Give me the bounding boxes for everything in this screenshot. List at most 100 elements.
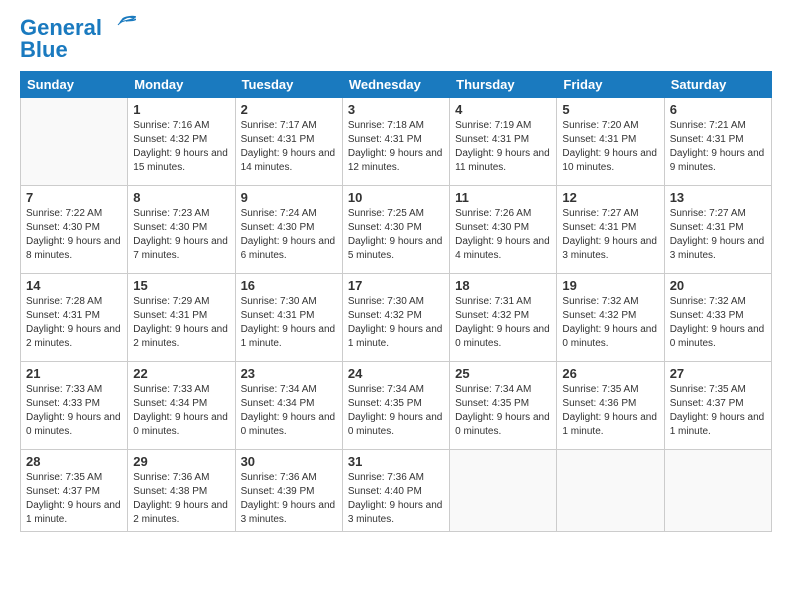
day-number: 17 — [348, 278, 444, 293]
calendar-cell: 20 Sunrise: 7:32 AMSunset: 4:33 PMDayligh… — [664, 274, 771, 362]
day-info: Sunrise: 7:16 AMSunset: 4:32 PMDaylight:… — [133, 119, 229, 175]
day-info: Sunrise: 7:34 AMSunset: 4:34 PMDaylight:… — [241, 383, 337, 439]
calendar-week-row-2: 7Sunrise: 7:22 AMSunset: 4:30 PMDaylight… — [21, 186, 772, 274]
calendar-cell — [450, 450, 557, 532]
day-info: Sunrise: 7:36 AMSunset: 4:39 PMDaylight:… — [241, 471, 337, 527]
calendar-cell: 2 Sunrise: 7:17 AMSunset: 4:31 PMDaylight… — [235, 98, 342, 186]
day-info: Sunrise: 7:34 AMSunset: 4:35 PMDaylight:… — [348, 383, 444, 439]
day-number: 8 — [133, 190, 229, 205]
day-number: 30 — [241, 454, 337, 469]
day-info: Sunrise: 7:36 AMSunset: 4:40 PMDaylight:… — [348, 471, 444, 527]
calendar-week-row-5: 28Sunrise: 7:35 AMSunset: 4:37 PMDayligh… — [21, 450, 772, 532]
page: General Blue SundayMondayTuesdayWednesda… — [0, 0, 792, 612]
day-info: Sunrise: 7:20 AMSunset: 4:31 PMDaylight:… — [562, 119, 658, 175]
day-info: Sunrise: 7:35 AMSunset: 4:37 PMDaylight:… — [670, 383, 766, 439]
calendar-cell: 12 Sunrise: 7:27 AMSunset: 4:31 PMDayligh… — [557, 186, 664, 274]
day-number: 2 — [241, 102, 337, 117]
day-info: Sunrise: 7:30 AMSunset: 4:31 PMDaylight:… — [241, 295, 337, 351]
day-number: 7 — [26, 190, 122, 205]
day-number: 25 — [455, 366, 551, 381]
day-number: 12 — [562, 190, 658, 205]
calendar-cell: 6Sunrise: 7:21 AMSunset: 4:31 PMDaylight… — [664, 98, 771, 186]
day-info: Sunrise: 7:24 AMSunset: 4:30 PMDaylight:… — [241, 207, 337, 263]
calendar-cell: 17 Sunrise: 7:30 AMSunset: 4:32 PMDayligh… — [342, 274, 449, 362]
day-number: 15 — [133, 278, 229, 293]
day-info: Sunrise: 7:36 AMSunset: 4:38 PMDaylight:… — [133, 471, 229, 527]
calendar-cell: 10 Sunrise: 7:25 AMSunset: 4:30 PMDayligh… — [342, 186, 449, 274]
day-number: 13 — [670, 190, 766, 205]
calendar-cell: 5 Sunrise: 7:20 AMSunset: 4:31 PMDaylight… — [557, 98, 664, 186]
day-number: 20 — [670, 278, 766, 293]
calendar-cell: 1Sunrise: 7:16 AMSunset: 4:32 PMDaylight… — [128, 98, 235, 186]
calendar-cell: 23 Sunrise: 7:34 AMSunset: 4:34 PMDayligh… — [235, 362, 342, 450]
day-number: 23 — [241, 366, 337, 381]
day-info: Sunrise: 7:32 AMSunset: 4:33 PMDaylight:… — [670, 295, 766, 351]
calendar-week-row-4: 21 Sunrise: 7:33 AMSunset: 4:33 PMDayligh… — [21, 362, 772, 450]
calendar-cell: 21 Sunrise: 7:33 AMSunset: 4:33 PMDayligh… — [21, 362, 128, 450]
day-number: 9 — [241, 190, 337, 205]
calendar-cell: 27 Sunrise: 7:35 AMSunset: 4:37 PMDayligh… — [664, 362, 771, 450]
calendar-cell: 25 Sunrise: 7:34 AMSunset: 4:35 PMDayligh… — [450, 362, 557, 450]
calendar-header-saturday: Saturday — [664, 72, 771, 98]
day-info: Sunrise: 7:33 AMSunset: 4:34 PMDaylight:… — [133, 383, 229, 439]
day-info: Sunrise: 7:27 AMSunset: 4:31 PMDaylight:… — [670, 207, 766, 263]
calendar-table: SundayMondayTuesdayWednesdayThursdayFrid… — [20, 71, 772, 532]
day-number: 28 — [26, 454, 122, 469]
calendar-cell: 14Sunrise: 7:28 AMSunset: 4:31 PMDayligh… — [21, 274, 128, 362]
calendar-cell: 30 Sunrise: 7:36 AMSunset: 4:39 PMDayligh… — [235, 450, 342, 532]
day-info: Sunrise: 7:17 AMSunset: 4:31 PMDaylight:… — [241, 119, 337, 175]
day-info: Sunrise: 7:23 AMSunset: 4:30 PMDaylight:… — [133, 207, 229, 263]
day-info: Sunrise: 7:27 AMSunset: 4:31 PMDaylight:… — [562, 207, 658, 263]
calendar-header-wednesday: Wednesday — [342, 72, 449, 98]
calendar-header-friday: Friday — [557, 72, 664, 98]
day-number: 19 — [562, 278, 658, 293]
calendar-cell — [21, 98, 128, 186]
calendar-cell — [557, 450, 664, 532]
calendar-cell: 7Sunrise: 7:22 AMSunset: 4:30 PMDaylight… — [21, 186, 128, 274]
day-number: 27 — [670, 366, 766, 381]
day-info: Sunrise: 7:26 AMSunset: 4:30 PMDaylight:… — [455, 207, 551, 263]
day-number: 24 — [348, 366, 444, 381]
header: General Blue — [20, 15, 772, 63]
day-info: Sunrise: 7:18 AMSunset: 4:31 PMDaylight:… — [348, 119, 444, 175]
day-number: 29 — [133, 454, 229, 469]
day-info: Sunrise: 7:32 AMSunset: 4:32 PMDaylight:… — [562, 295, 658, 351]
logo-blue: Blue — [20, 37, 68, 63]
calendar-cell: 26 Sunrise: 7:35 AMSunset: 4:36 PMDayligh… — [557, 362, 664, 450]
calendar-header-tuesday: Tuesday — [235, 72, 342, 98]
day-number: 3 — [348, 102, 444, 117]
calendar-cell: 19 Sunrise: 7:32 AMSunset: 4:32 PMDayligh… — [557, 274, 664, 362]
day-number: 21 — [26, 366, 122, 381]
calendar-cell: 29 Sunrise: 7:36 AMSunset: 4:38 PMDayligh… — [128, 450, 235, 532]
calendar-cell: 28Sunrise: 7:35 AMSunset: 4:37 PMDayligh… — [21, 450, 128, 532]
day-number: 6 — [670, 102, 766, 117]
day-info: Sunrise: 7:35 AMSunset: 4:36 PMDaylight:… — [562, 383, 658, 439]
calendar-cell: 11 Sunrise: 7:26 AMSunset: 4:30 PMDayligh… — [450, 186, 557, 274]
calendar-cell: 31 Sunrise: 7:36 AMSunset: 4:40 PMDayligh… — [342, 450, 449, 532]
day-info: Sunrise: 7:30 AMSunset: 4:32 PMDaylight:… — [348, 295, 444, 351]
calendar-cell: 22Sunrise: 7:33 AMSunset: 4:34 PMDayligh… — [128, 362, 235, 450]
day-number: 14 — [26, 278, 122, 293]
calendar-header-thursday: Thursday — [450, 72, 557, 98]
day-number: 5 — [562, 102, 658, 117]
day-number: 16 — [241, 278, 337, 293]
logo-bird-icon — [104, 15, 136, 37]
calendar-cell: 4Sunrise: 7:19 AMSunset: 4:31 PMDaylight… — [450, 98, 557, 186]
calendar-week-row-3: 14Sunrise: 7:28 AMSunset: 4:31 PMDayligh… — [21, 274, 772, 362]
day-info: Sunrise: 7:29 AMSunset: 4:31 PMDaylight:… — [133, 295, 229, 351]
day-number: 10 — [348, 190, 444, 205]
calendar-header-monday: Monday — [128, 72, 235, 98]
calendar-cell: 15 Sunrise: 7:29 AMSunset: 4:31 PMDayligh… — [128, 274, 235, 362]
logo: General Blue — [20, 15, 136, 63]
day-number: 11 — [455, 190, 551, 205]
calendar-header-sunday: Sunday — [21, 72, 128, 98]
calendar-week-row-1: 1Sunrise: 7:16 AMSunset: 4:32 PMDaylight… — [21, 98, 772, 186]
calendar-cell: 24 Sunrise: 7:34 AMSunset: 4:35 PMDayligh… — [342, 362, 449, 450]
day-info: Sunrise: 7:25 AMSunset: 4:30 PMDaylight:… — [348, 207, 444, 263]
day-info: Sunrise: 7:33 AMSunset: 4:33 PMDaylight:… — [26, 383, 122, 439]
day-number: 26 — [562, 366, 658, 381]
day-number: 31 — [348, 454, 444, 469]
calendar-cell: 8 Sunrise: 7:23 AMSunset: 4:30 PMDaylight… — [128, 186, 235, 274]
calendar-cell: 13 Sunrise: 7:27 AMSunset: 4:31 PMDayligh… — [664, 186, 771, 274]
day-info: Sunrise: 7:34 AMSunset: 4:35 PMDaylight:… — [455, 383, 551, 439]
